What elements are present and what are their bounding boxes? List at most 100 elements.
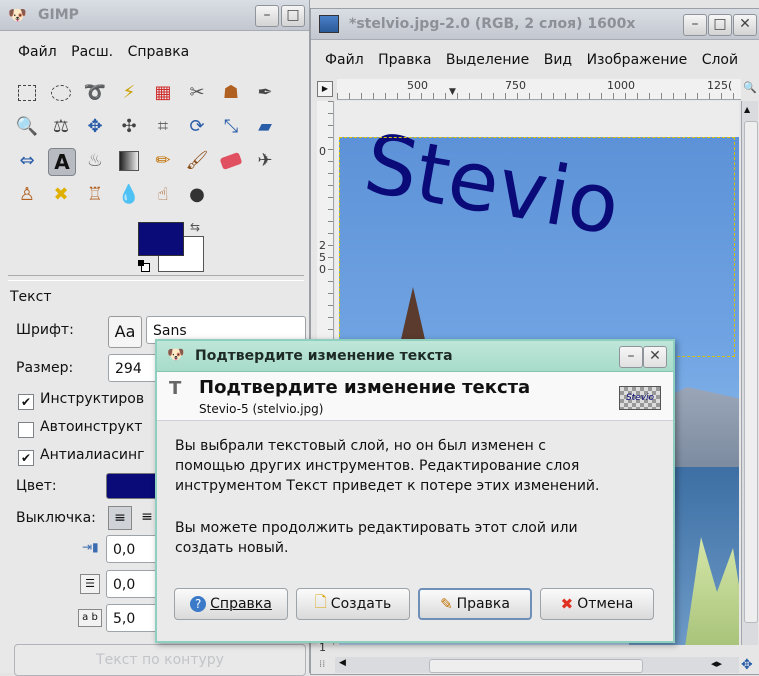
menu-layer[interactable]: Слой [702, 52, 738, 68]
autohinting-checkbox[interactable] [18, 422, 34, 438]
message-line: инструментом Текст приведет к потере эти… [175, 478, 600, 494]
paintbrush-icon[interactable]: 🖌 [184, 148, 210, 174]
bucket-fill-icon[interactable]: ♨ [82, 148, 108, 174]
tool-options-title: Текст [10, 289, 52, 305]
line-spacing-icon: ☰ [80, 574, 100, 594]
gimp-logo-icon: 🐶 [8, 6, 27, 24]
close-icon[interactable]: ✕ [643, 346, 667, 368]
help-icon: ? [190, 596, 207, 612]
color-select-icon[interactable]: ▦ [150, 80, 176, 106]
edit-button-label: Правка [456, 596, 510, 612]
layer-boundary [339, 137, 735, 357]
antialias-label: Антиалиасинг [40, 447, 145, 463]
rect-select-icon[interactable] [14, 80, 40, 106]
toolbox-title: GIMP [38, 7, 79, 23]
menu-help[interactable]: Справка [128, 44, 190, 60]
menu-view[interactable]: Вид [544, 52, 572, 68]
horizontal-scroll-thumb[interactable] [429, 659, 643, 673]
antialias-checkbox[interactable]: ✔ [18, 450, 34, 466]
minimize-icon[interactable]: – [255, 5, 279, 27]
message-line: Вы можете продолжить редактировать этот … [175, 520, 578, 536]
scroll-up-icon[interactable]: ▲ [744, 105, 750, 114]
lasso-icon[interactable]: ➰ [82, 80, 108, 106]
edit-button[interactable]: ✎ Правка [418, 588, 532, 620]
text-along-path-button[interactable]: Текст по контуру [14, 644, 306, 676]
create-button-label: Создать [330, 596, 392, 612]
fuzzy-select-icon[interactable]: ⚡ [116, 80, 142, 106]
menu-edit[interactable]: Правка [378, 52, 431, 68]
dodge-burn-icon[interactable]: ● [184, 182, 210, 208]
perspective-clone-icon[interactable]: ♖ [82, 182, 108, 208]
clone-icon[interactable]: ♙ [14, 182, 40, 208]
menu-extensions[interactable]: Расш. [71, 44, 113, 60]
smudge-icon[interactable]: ☝ [150, 182, 176, 208]
flip-icon[interactable]: ⇔ [14, 148, 40, 174]
menu-file[interactable]: Файл [18, 44, 57, 60]
menu-image[interactable]: Изображение [587, 52, 688, 68]
maximize-icon[interactable]: □ [281, 5, 305, 27]
dialog-titlebar[interactable]: 🐶 Подтвердите изменение текста – ✕ [157, 341, 673, 372]
navigation-cross-icon[interactable]: ✥ [741, 657, 753, 673]
pencil-icon[interactable]: ✏ [150, 148, 176, 174]
indent-icon: ⇥▮ [82, 540, 99, 554]
image-menubar: Файл Правка Выделение Вид Изображение Сл… [325, 52, 748, 68]
swap-colors-icon[interactable]: ⇆ [190, 220, 200, 234]
scissors-icon[interactable]: ✂ [184, 80, 210, 106]
eraser-icon[interactable] [218, 148, 244, 174]
airbrush-icon[interactable]: ✈ [252, 148, 278, 174]
top-ruler: 500 750 1000 125( ▼ [337, 79, 741, 100]
measure-icon[interactable]: ⚖ [48, 114, 74, 140]
scroll-left-icon[interactable]: ◀ [339, 658, 346, 668]
menu-select[interactable]: Выделение [446, 52, 529, 68]
align-icon[interactable]: ✣ [116, 114, 142, 140]
dialog-header: T Подтвердите изменение текста Stevio-5 … [157, 372, 673, 421]
ruler-label: 750 [505, 79, 526, 92]
text-tool-icon: T [169, 378, 182, 399]
image-titlebar[interactable]: *stelvio.jpg-2.0 (RGB, 2 слоя) 1600x – □… [311, 9, 759, 40]
message-line: создать новый. [175, 540, 289, 556]
paths-icon[interactable]: ✒ [252, 80, 278, 106]
ruler-label: 0 [319, 145, 326, 158]
autohinting-label: Автоинструкт [40, 419, 143, 435]
crop-icon[interactable]: ⌗ [150, 114, 176, 140]
menu-file[interactable]: Файл [325, 52, 364, 68]
layer-thumbnail: Stevio [619, 386, 661, 410]
zoom-icon[interactable]: 🔍 [14, 114, 40, 140]
image-title: *stelvio.jpg-2.0 (RGB, 2 слоя) 1600x [349, 16, 636, 32]
shear-icon[interactable]: ▰ [252, 114, 278, 140]
move-icon[interactable]: ✥ [82, 114, 108, 140]
quick-mask-icon[interactable]: ⁞⁞ [319, 659, 325, 670]
blend-icon[interactable] [116, 148, 142, 174]
vertical-scroll-thumb[interactable] [744, 121, 758, 623]
dialog-heading: Подтвердите изменение текста [199, 377, 531, 398]
close-icon[interactable]: ✕ [733, 14, 757, 36]
vertical-scrollbar[interactable]: ▲ [741, 101, 758, 645]
font-preview-button[interactable]: Aa [108, 316, 142, 348]
blur-icon[interactable]: 💧 [116, 182, 142, 208]
menu-button-icon[interactable]: ▶ [317, 81, 333, 97]
zoom-icon[interactable]: 🔍 [743, 81, 757, 94]
help-button[interactable]: ? Справка [174, 588, 288, 620]
hinting-checkbox[interactable]: ✔ [18, 394, 34, 410]
ellipse-select-icon[interactable] [48, 80, 74, 106]
foreground-select-icon[interactable]: ☗ [218, 80, 244, 106]
maximize-icon[interactable]: □ [708, 14, 732, 36]
create-button[interactable]: 🗋 Создать [296, 588, 410, 620]
default-colors-icon[interactable] [138, 260, 150, 272]
rotate-icon[interactable]: ⟳ [184, 114, 210, 140]
heal-icon[interactable]: ✖ [48, 182, 74, 208]
minimize-icon[interactable]: – [619, 346, 643, 368]
minimize-icon[interactable]: – [683, 14, 707, 36]
toolbox-titlebar[interactable]: 🐶 GIMP – □ [0, 0, 309, 31]
foreground-color-swatch[interactable] [138, 222, 184, 256]
scale-icon[interactable]: ⤡ [218, 114, 244, 140]
text-tool-icon[interactable]: A [48, 148, 76, 176]
ruler-pointer-icon: ▼ [449, 87, 456, 97]
cancel-button[interactable]: ✖ Отмена [540, 588, 654, 620]
toolbox-menubar: Файл Расш. Справка [18, 44, 199, 60]
message-line: помощью других инструментов. Редактирова… [175, 458, 580, 474]
navigate-icon[interactable]: ◂▸ [711, 657, 722, 670]
horizontal-scrollbar[interactable]: ◀ [335, 657, 739, 673]
justify-left-icon[interactable]: ≡ [108, 506, 132, 530]
panel-divider[interactable] [8, 275, 304, 281]
